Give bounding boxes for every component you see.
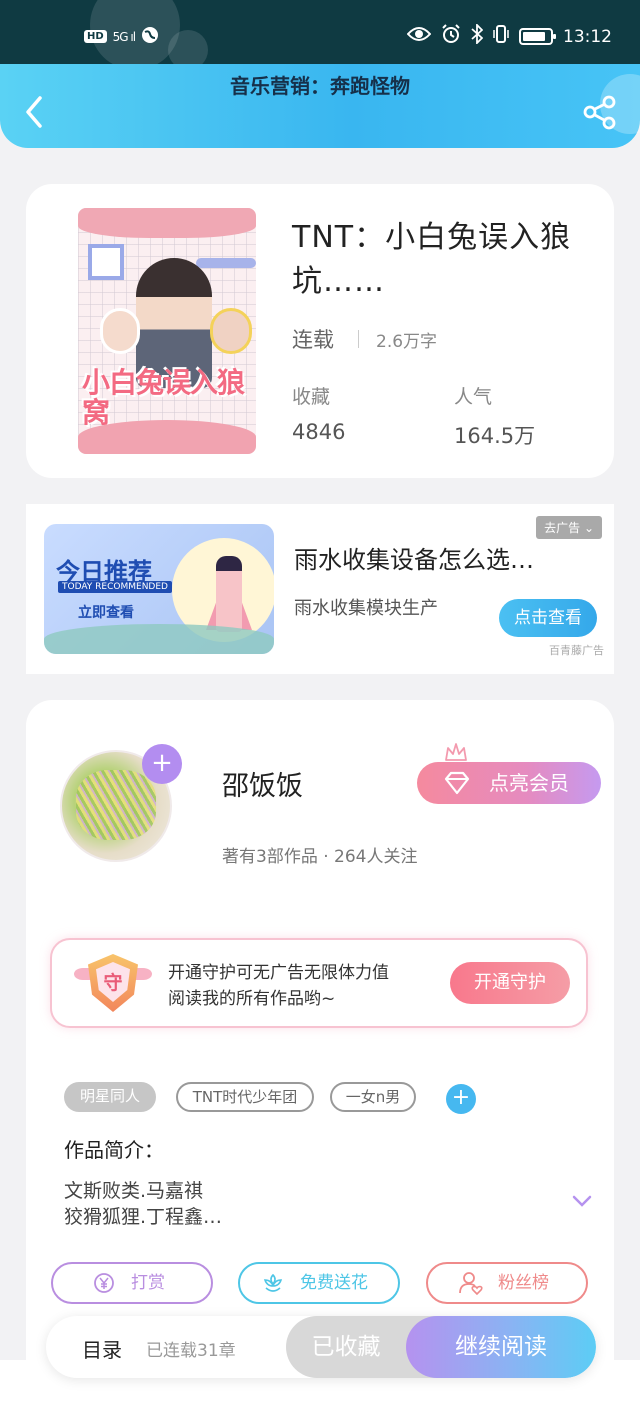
add-tag-button[interactable]: + xyxy=(446,1084,476,1114)
guard-banner[interactable]: 守 开通守护可无广告无限体力值 阅读我的所有作品哟~ 开通守护 xyxy=(50,938,588,1028)
intro-line: 文斯败类.马嘉祺 xyxy=(64,1180,204,1202)
ad-image-cta: 立即查看 xyxy=(78,605,134,621)
ad-image-subtitle: TODAY RECOMMENDED xyxy=(58,581,172,593)
shield-label: 守 xyxy=(103,972,123,994)
tip-label: 打赏 xyxy=(131,1273,165,1293)
alarm-icon xyxy=(441,24,461,49)
continue-reading-button[interactable]: 继续阅读 xyxy=(406,1316,596,1378)
header: 音乐营销：奔跑怪物 xyxy=(0,64,640,148)
book-status: 连载 xyxy=(292,328,334,352)
cover-title: 小白兔误入狼窝 xyxy=(82,366,245,429)
fan-ranking-button[interactable]: 粉丝榜 xyxy=(426,1262,588,1304)
back-button[interactable] xyxy=(20,94,50,130)
ad-decoration xyxy=(44,624,274,654)
chevron-left-icon xyxy=(26,96,42,128)
avatar-drawing xyxy=(76,770,156,840)
ad-view-button[interactable]: 点击查看 xyxy=(499,599,597,637)
ad-card[interactable]: 今日推荐 TODAY RECOMMENDED 立即查看 去广告 ⌄ 雨水收集设备… xyxy=(26,504,614,674)
yen-coin-icon xyxy=(94,1273,114,1293)
flower-icon xyxy=(263,1273,283,1292)
toc-button[interactable]: 目录 xyxy=(82,1334,122,1363)
tip-button[interactable]: 打赏 xyxy=(51,1262,213,1304)
favorites-label: 收藏 xyxy=(292,386,331,408)
hd-badge: HD xyxy=(84,30,107,43)
chapter-count: 已连载31章 xyxy=(146,1341,236,1361)
cover-decoration xyxy=(196,258,256,268)
author-name: 邵饭饭 xyxy=(222,771,303,802)
ad-decoration xyxy=(216,556,242,632)
author-card: + 邵饭饭 著有3部作品 · 264人关注 点亮会员 守 开通守护可无广告无限体… xyxy=(26,700,614,1360)
vip-button-label: 点亮会员 xyxy=(489,771,569,795)
signal-icon: 5G ıl xyxy=(112,29,136,44)
follow-button[interactable]: + xyxy=(142,744,182,784)
ad-title: 雨水收集设备怎么选… xyxy=(294,546,534,574)
guard-text: 开通守护可无广告无限体力值 阅读我的所有作品哟~ xyxy=(168,960,389,1012)
tag-tnt[interactable]: TNT时代少年团 xyxy=(176,1082,314,1112)
ad-image[interactable]: 今日推荐 TODAY RECOMMENDED 立即查看 xyxy=(44,524,274,654)
guard-text-line2: 阅读我的所有作品哟~ xyxy=(168,989,336,1009)
guard-text-line1: 开通守护可无广告无限体力值 xyxy=(168,963,389,983)
book-word-count: 2.6万字 xyxy=(376,332,438,352)
divider xyxy=(358,330,359,348)
fan-ranking-label: 粉丝榜 xyxy=(498,1273,549,1293)
ad-source: 百青藤广告 xyxy=(549,644,604,657)
status-time: 13:12 xyxy=(563,26,612,47)
book-title: TNT：小白兔误入狼坑…… xyxy=(292,220,572,299)
remove-ad-button[interactable]: 去广告 ⌄ xyxy=(536,516,602,539)
book-card: 小白兔误入狼窝 TNT：小白兔误入狼坑…… 连载 2.6万字 收藏 4846 人… xyxy=(26,184,614,478)
chevron-down-icon[interactable] xyxy=(572,1194,592,1208)
tag-celebrity-fanfic[interactable]: 明星同人 xyxy=(64,1082,156,1112)
cover-decoration xyxy=(78,420,256,454)
cover-decoration xyxy=(88,244,124,280)
battery-icon xyxy=(519,28,556,45)
share-icon xyxy=(583,95,616,130)
bluetooth-icon xyxy=(471,22,484,49)
user-heart-icon xyxy=(459,1272,483,1296)
ad-description: 雨水收集模块生产 xyxy=(294,598,438,619)
intro-text: 文斯败类.马嘉祺 狡猾狐狸.丁程鑫… xyxy=(64,1178,222,1230)
cover-decoration xyxy=(78,208,256,238)
collected-label: 已收藏 xyxy=(311,1334,381,1360)
share-button[interactable] xyxy=(582,94,618,130)
favorites-value: 4846 xyxy=(292,420,346,444)
open-guard-button[interactable]: 开通守护 xyxy=(450,962,570,1004)
diamond-icon xyxy=(444,771,470,795)
crown-icon xyxy=(445,743,467,761)
cover-figure xyxy=(210,308,252,354)
status-bar: HD 5G ıl 13:12 xyxy=(0,0,640,70)
status-right: 13:12 xyxy=(406,22,612,49)
send-flower-label: 免费送花 xyxy=(300,1273,368,1293)
status-left: HD 5G ıl xyxy=(84,26,159,47)
popularity-label: 人气 xyxy=(454,386,493,408)
eye-icon xyxy=(406,26,432,47)
tag-reverse-harem[interactable]: 一女n男 xyxy=(330,1082,416,1112)
vip-button[interactable]: 点亮会员 xyxy=(417,762,601,804)
send-flower-button[interactable]: 免费送花 xyxy=(238,1262,400,1304)
globe-icon xyxy=(141,26,159,47)
vibrate-icon xyxy=(493,24,509,49)
book-cover[interactable]: 小白兔误入狼窝 xyxy=(78,208,256,454)
page-title: 音乐营销：奔跑怪物 xyxy=(230,74,410,98)
cover-figure xyxy=(100,308,140,354)
intro-line: 狡猾狐狸.丁程鑫… xyxy=(64,1206,223,1228)
popularity-value: 164.5万 xyxy=(454,424,536,448)
author-meta: 著有3部作品 · 264人关注 xyxy=(222,847,418,867)
bottom-bar: 目录 已连载31章 已收藏 继续阅读 xyxy=(46,1316,596,1378)
intro-title: 作品简介： xyxy=(64,1138,164,1162)
